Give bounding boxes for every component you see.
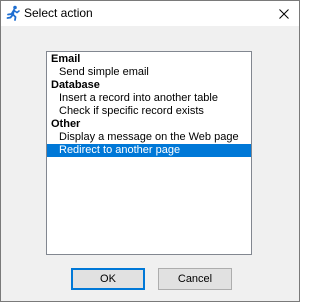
title-bar[interactable]: Select action [1, 1, 299, 26]
close-icon [279, 8, 289, 19]
action-listbox[interactable]: Email Send simple email Database Insert a r… [46, 51, 252, 255]
running-figure-icon [5, 5, 21, 21]
list-group-header: Other [51, 118, 81, 130]
list-item[interactable]: Display a message on the Web page [47, 131, 251, 144]
list-item[interactable]: Check if specific record exists [47, 105, 251, 118]
list-group-header: Database [51, 79, 100, 91]
dialog-window: Select action Email Send simple email Data… [0, 0, 300, 302]
list-item[interactable]: Insert a record into another table [47, 92, 251, 105]
window-title: Select action [24, 6, 93, 20]
ok-button[interactable]: OK [71, 268, 145, 290]
list-item[interactable]: Send simple email [47, 66, 251, 79]
list-item[interactable]: Redirect to another page [47, 144, 251, 157]
cancel-button[interactable]: Cancel [158, 268, 232, 290]
close-button[interactable] [269, 1, 299, 26]
list-group-header: Email [51, 53, 81, 65]
